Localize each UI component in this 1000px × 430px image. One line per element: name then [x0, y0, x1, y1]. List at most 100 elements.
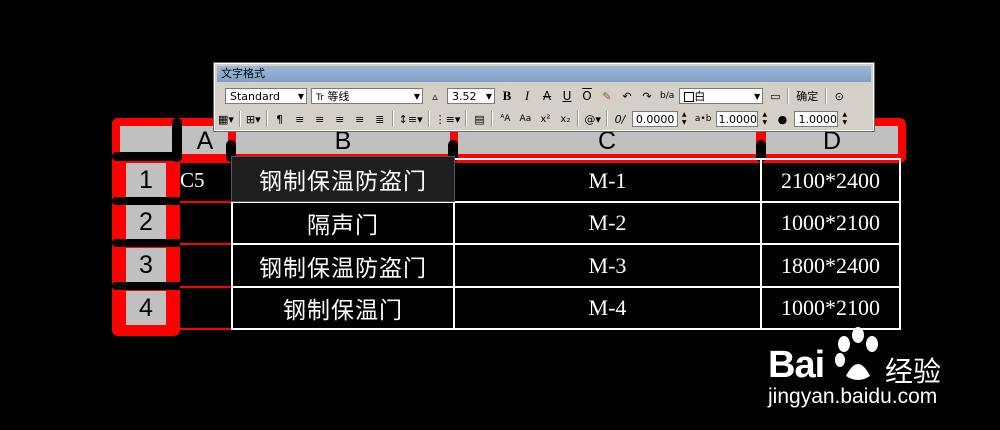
cell-d4[interactable]: 1000*2100 — [762, 288, 899, 328]
separator — [787, 88, 790, 104]
separator — [391, 111, 394, 127]
symbol-label: @ — [584, 112, 596, 126]
separator — [491, 111, 494, 127]
font-name: 等线 — [327, 90, 350, 103]
style-value: Standard — [230, 89, 281, 103]
font-value: Tr 等线 — [316, 88, 349, 104]
separator — [825, 88, 828, 104]
cell-b3[interactable]: 钢制保温防盗门 — [233, 245, 453, 286]
redo-icon[interactable]: ↷ — [639, 88, 655, 104]
stack-button[interactable]: b/a — [659, 88, 675, 104]
column-header-corner[interactable] — [120, 126, 172, 154]
ok-button[interactable]: 确定 — [793, 88, 821, 104]
bold-button[interactable]: B — [499, 88, 515, 104]
cell-d3[interactable]: 1800*2400 — [762, 245, 899, 286]
text-height-value: 3.52 — [452, 89, 477, 103]
underline-button[interactable]: U — [559, 88, 575, 104]
color-dropdown[interactable]: 白 ▼ — [679, 88, 764, 104]
chevron-down-icon: ▼ — [485, 91, 492, 101]
row-header-1[interactable]: 1 — [126, 163, 166, 197]
toolbar-title[interactable]: 文字格式 — [217, 66, 871, 82]
separator — [577, 111, 580, 127]
oblique-angle-input[interactable]: 0.0000 — [631, 111, 678, 127]
width-factor-spinner[interactable]: ▲ ▼ — [842, 111, 850, 127]
color-swatch-icon — [684, 92, 695, 102]
color-value: 白 — [684, 88, 705, 104]
row-header-4[interactable]: 4 — [126, 291, 166, 325]
font-dropdown[interactable]: Tr 等线 ▼ — [311, 88, 423, 104]
chevron-down-icon: ▼ — [297, 91, 304, 101]
chevron-down-icon: ▼ — [413, 91, 420, 101]
cell-b2[interactable]: 隔声门 — [233, 203, 453, 243]
align-left-icon[interactable]: ≡ — [292, 111, 308, 127]
watermark-brand-right: 经验 — [885, 355, 942, 388]
watermark-brand: Bai — [768, 344, 825, 387]
row-resize-grip[interactable] — [112, 197, 182, 205]
oblique-spinner[interactable]: ▲ ▼ — [682, 111, 690, 127]
paragraph-icon[interactable]: ¶ — [272, 111, 288, 127]
ruler-icon[interactable]: ▭ — [767, 88, 783, 104]
strikethrough-button[interactable]: A — [539, 88, 555, 104]
align-right-icon[interactable]: ≡ — [332, 111, 348, 127]
align-center-icon[interactable]: ≡ — [312, 111, 328, 127]
style-dropdown[interactable]: Standard ▼ — [225, 88, 307, 104]
line-spacing-icon[interactable]: ↕≡▾ — [398, 111, 424, 127]
insert-field-icon[interactable]: ▤ — [471, 111, 487, 127]
lowercase-button[interactable]: Aa — [517, 111, 533, 127]
cell-d1[interactable]: 2100*2400 — [762, 160, 899, 201]
superscript-button[interactable]: x² — [537, 111, 553, 127]
color-name: 白 — [694, 90, 706, 103]
justify-icon[interactable]: ≡ — [352, 111, 368, 127]
cell-c4[interactable]: M-4 — [455, 288, 760, 328]
row-resize-grip[interactable] — [112, 152, 182, 161]
cell-c3[interactable]: M-3 — [455, 245, 760, 286]
width-factor-input[interactable]: 1.0000 — [794, 111, 839, 127]
separator — [465, 111, 468, 127]
mtext-justify-icon[interactable]: ⊞▾ — [245, 111, 262, 127]
text-height-dropdown[interactable]: 3.52 ▼ — [447, 88, 495, 104]
grid-line — [180, 243, 232, 245]
tracking-spinner[interactable]: ▲ ▼ — [762, 111, 770, 127]
grid-line — [180, 328, 232, 330]
separator — [265, 111, 268, 127]
toolbar-row-1: Standard ▼ Tr 等线 ▼ ▵ 3.52 ▼ B I A U O ✎ ↶ ↷… — [217, 86, 847, 106]
undo-icon[interactable]: ↶ — [619, 88, 635, 104]
paw-logo-icon — [835, 327, 878, 380]
grid-line — [180, 286, 232, 288]
numbering-icon[interactable]: ⋮≡▾ — [434, 111, 462, 127]
row-resize-grip[interactable] — [112, 282, 182, 290]
distribute-icon[interactable]: ≣ — [372, 111, 388, 127]
columns-icon[interactable]: ▦▾ — [217, 111, 235, 127]
cell-b4[interactable]: 钢制保温门 — [233, 288, 453, 328]
symbol-button[interactable]: @ ▾ — [583, 111, 602, 127]
overline-button[interactable]: O — [579, 88, 595, 104]
toolbar-row-2: ▦▾ ⊞▾ ¶ ≡ ≡ ≡ ≡ ≣ ↕≡▾ ⋮≡▾ ▤ ᴬA Aa x² x₂ … — [217, 109, 850, 129]
separator — [605, 111, 608, 127]
cell-c1[interactable]: M-1 — [455, 160, 760, 201]
chevron-down-icon: ▼ — [754, 91, 761, 101]
subscript-button[interactable]: x₂ — [557, 111, 573, 127]
options-icon[interactable]: ⊙ — [831, 88, 847, 104]
tracking-icon: a•b — [694, 114, 712, 124]
truetype-icon: Tr — [316, 93, 324, 103]
text-format-toolbar: 文字格式 Standard ▼ Tr 等线 ▼ ▵ 3.52 ▼ B I A U O … — [213, 62, 875, 132]
row-header-3[interactable]: 3 — [126, 248, 166, 282]
cell-c2[interactable]: M-2 — [455, 203, 760, 243]
cell-a1[interactable]: C5 — [180, 160, 210, 200]
cell-b1-editing[interactable]: 钢制保温防盗门 — [231, 156, 455, 202]
watermark-brand-left: Bai — [768, 344, 825, 386]
oblique-angle-icon: 0/ — [614, 112, 626, 126]
uppercase-button[interactable]: ᴬA — [497, 111, 513, 127]
annotative-icon[interactable]: ▵ — [427, 88, 443, 104]
cell-d2[interactable]: 1000*2100 — [762, 203, 899, 243]
tracking-input[interactable]: 1.0000 — [716, 111, 759, 127]
match-format-icon[interactable]: ✎ — [599, 88, 615, 104]
italic-button[interactable]: I — [519, 88, 535, 104]
row-resize-grip[interactable] — [112, 239, 182, 247]
width-factor-icon: ● — [777, 112, 788, 126]
grid-line — [231, 328, 901, 330]
watermark-url: jingyan.baidu.com — [768, 385, 938, 408]
row-header-2[interactable]: 2 — [126, 205, 166, 239]
separator — [427, 111, 430, 127]
separator — [238, 111, 241, 127]
